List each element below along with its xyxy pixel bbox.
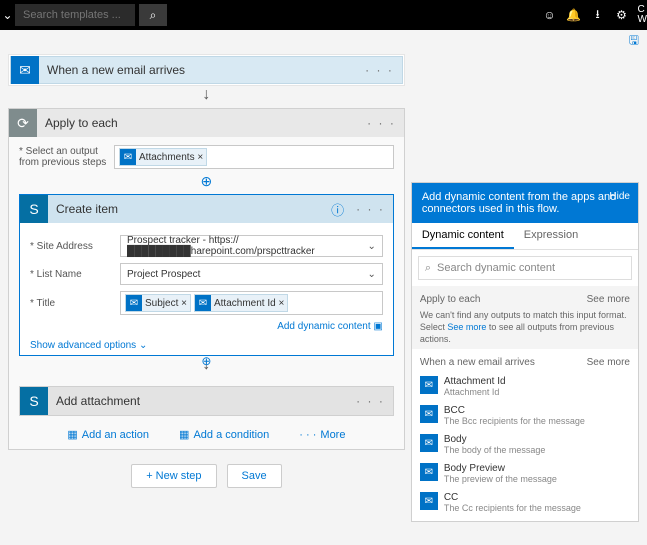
tab-dynamic-content[interactable]: Dynamic content bbox=[412, 223, 514, 249]
more-button[interactable]: · · · More bbox=[299, 429, 345, 441]
hide-button[interactable]: Hide bbox=[609, 191, 630, 202]
outlook-icon: ✉ bbox=[11, 56, 39, 84]
dynamic-content-item[interactable]: ✉Body PreviewThe preview of the message bbox=[420, 459, 630, 488]
bottom-buttons: + New step Save bbox=[8, 464, 405, 488]
loop-icon: ⟳ bbox=[9, 109, 37, 137]
dynamic-content-item[interactable]: ✉BodyThe body of the message bbox=[420, 430, 630, 459]
add-attachment-title: Add attachment bbox=[48, 394, 348, 408]
add-dynamic-link[interactable]: Add dynamic content ▣ bbox=[30, 321, 383, 332]
loop-actions: ▦ Add an action ▦ Add a condition · · · … bbox=[19, 428, 394, 441]
section-note: We can't find any outputs to match this … bbox=[420, 309, 630, 345]
add-attachment-card[interactable]: S Add attachment · · · bbox=[19, 386, 394, 416]
outlook-token-icon: ✉ bbox=[120, 149, 136, 165]
section-trigger: When a new email arrives bbox=[420, 357, 535, 368]
create-title: Create item bbox=[48, 202, 327, 216]
notification-icon[interactable]: 🔔 bbox=[562, 8, 586, 22]
feedback-icon[interactable]: ☺ bbox=[538, 8, 562, 22]
outlook-icon: ✉ bbox=[420, 492, 438, 510]
settings-icon[interactable]: ⚙ bbox=[610, 8, 634, 22]
site-label: Site Address bbox=[30, 241, 120, 252]
search-container bbox=[15, 4, 167, 26]
dynamic-content-item[interactable]: ✉CCThe Cc recipients for the message bbox=[420, 488, 630, 517]
nav-dropdown[interactable]: ⌄ bbox=[0, 8, 15, 22]
search-icon bbox=[150, 8, 157, 23]
trigger-card[interactable]: ✉ When a new email arrives · · · bbox=[8, 54, 405, 86]
dyn-search[interactable]: Search dynamic content bbox=[418, 256, 632, 280]
attachments-token[interactable]: ✉ Attachments × bbox=[119, 148, 207, 166]
dyn-header: Add dynamic content from the apps and co… bbox=[412, 183, 638, 223]
create-header[interactable]: S Create item ⓘ · · · bbox=[20, 195, 393, 223]
dynamic-content-panel: Add dynamic content from the apps and co… bbox=[411, 182, 639, 522]
list-name-select[interactable]: Project Prospect bbox=[120, 263, 383, 285]
outlook-token-icon: ✉ bbox=[195, 295, 211, 311]
chevron-down-icon bbox=[139, 340, 147, 351]
apply-header[interactable]: ⟳ Apply to each · · · bbox=[9, 109, 404, 137]
title-label: Title bbox=[30, 298, 120, 309]
output-label: Select an output from previous steps bbox=[19, 146, 114, 168]
attachment-menu[interactable]: · · · bbox=[348, 394, 393, 408]
dynamic-content-item[interactable]: ✉Attachment IdAttachment Id bbox=[420, 372, 630, 401]
search-input[interactable] bbox=[15, 4, 135, 26]
trigger-menu[interactable]: · · · bbox=[357, 63, 402, 77]
outlook-icon: ✉ bbox=[420, 376, 438, 394]
trigger-title: When a new email arrives bbox=[39, 63, 357, 77]
add-condition-button[interactable]: ▦ Add a condition bbox=[179, 428, 269, 441]
flow-arrow: ↓ bbox=[8, 86, 405, 108]
chevron-down-icon bbox=[367, 241, 375, 252]
see-more-link[interactable]: See more bbox=[587, 357, 630, 368]
advanced-options[interactable]: Show advanced options bbox=[30, 340, 383, 351]
outlook-icon: ✉ bbox=[420, 463, 438, 481]
topbar: ⌄ ☺ 🔔 ⭳ ⚙ C W bbox=[0, 0, 647, 30]
dyn-tabs: Dynamic content Expression bbox=[412, 223, 638, 250]
see-more-link[interactable]: See more bbox=[587, 294, 630, 305]
outlook-icon: ✉ bbox=[420, 405, 438, 423]
output-field[interactable]: ✉ Attachments × bbox=[114, 145, 394, 169]
tab-expression[interactable]: Expression bbox=[514, 223, 588, 249]
dynamic-content-item[interactable]: ✉BCCThe Bcc recipients for the message bbox=[420, 401, 630, 430]
section-apply: Apply to each bbox=[420, 294, 481, 305]
add-action-button[interactable]: ▦ Add an action bbox=[67, 428, 149, 441]
chevron-down-icon bbox=[367, 269, 375, 280]
subbar: 🖫 bbox=[0, 30, 647, 52]
list-label: List Name bbox=[30, 269, 120, 280]
sharepoint-icon: S bbox=[20, 387, 48, 415]
attachmentid-token[interactable]: ✉Attachment Id × bbox=[194, 294, 288, 312]
info-icon[interactable]: ⓘ bbox=[327, 200, 348, 219]
dynamic-content-item[interactable]: ✉ContentAttachment content bbox=[420, 517, 630, 521]
new-step-button[interactable]: + New step bbox=[131, 464, 216, 488]
save-diskette-icon[interactable]: 🖫 bbox=[629, 31, 639, 52]
apply-title: Apply to each bbox=[37, 116, 359, 130]
save-button[interactable]: Save bbox=[227, 464, 282, 488]
create-menu[interactable]: · · · bbox=[348, 202, 393, 216]
flow-arrow: ⊕ ↓ bbox=[19, 356, 394, 378]
subject-token[interactable]: ✉Subject × bbox=[125, 294, 191, 312]
outlook-icon: ✉ bbox=[420, 434, 438, 452]
add-inside-loop-top[interactable]: ⊕ bbox=[19, 173, 394, 190]
see-more-inline[interactable]: See more bbox=[447, 322, 486, 332]
apply-menu[interactable]: · · · bbox=[359, 116, 404, 130]
search-button[interactable] bbox=[139, 4, 167, 26]
download-icon[interactable]: ⭳ bbox=[586, 5, 610, 26]
apply-to-each-card: ⟳ Apply to each · · · Select an output f… bbox=[8, 108, 405, 450]
dyn-scroll[interactable]: Apply to each See more We can't find any … bbox=[412, 286, 638, 521]
user-badge[interactable]: C W bbox=[634, 5, 647, 25]
sharepoint-icon: S bbox=[20, 195, 48, 223]
create-item-card: S Create item ⓘ · · · Site Address Prosp… bbox=[19, 194, 394, 356]
search-icon bbox=[425, 262, 431, 275]
outlook-token-icon: ✉ bbox=[126, 295, 142, 311]
add-step-plus[interactable]: ⊕ bbox=[201, 354, 211, 368]
site-address-select[interactable]: Prospect tracker - https://█████████hare… bbox=[120, 235, 383, 257]
title-field[interactable]: ✉Subject × ✉Attachment Id × bbox=[120, 291, 383, 315]
